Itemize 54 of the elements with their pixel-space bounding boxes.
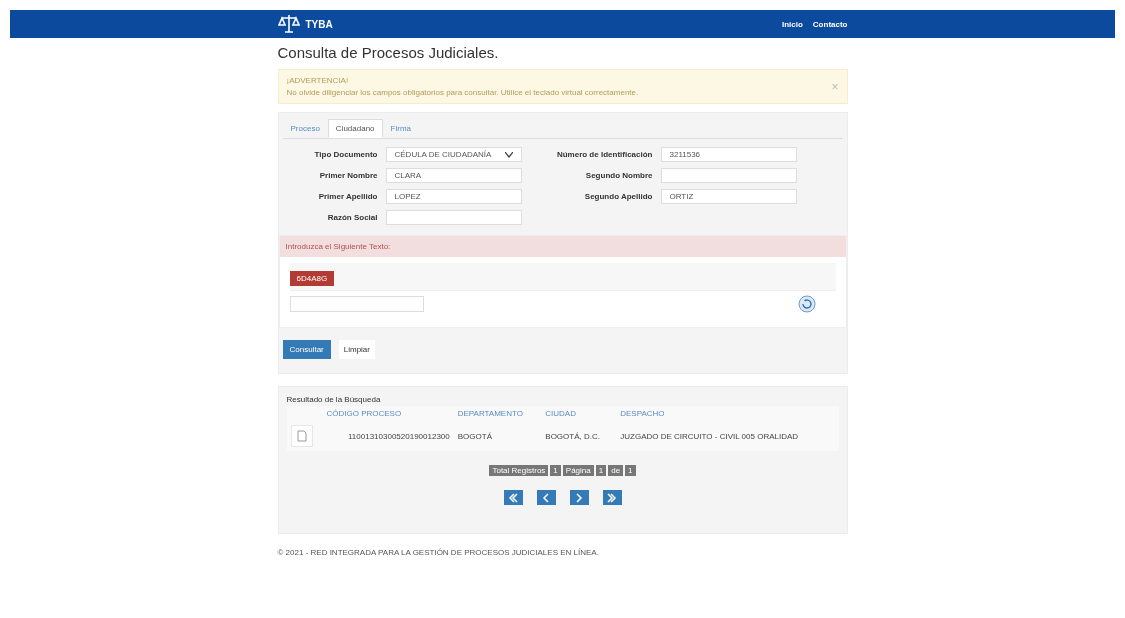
page-nav-button[interactable] [536, 490, 556, 505]
caret-icon [504, 151, 513, 158]
scales-icon [277, 13, 300, 35]
tab[interactable]: Proceso [282, 119, 328, 138]
input-field[interactable]: 3211536 [660, 147, 797, 162]
input-field[interactable] [660, 168, 797, 183]
results-title: Resultado de la Búsqueda [286, 395, 382, 404]
pager-label: Página [562, 465, 594, 476]
alert-message: No olvide diligenciar los campos obligatorios para consultar. Utilice el teclado virtual correctamente. [286, 88, 639, 97]
pager-label: 1 [625, 465, 636, 476]
nav-link[interactable]: Contacto [812, 19, 848, 29]
column-header[interactable]: CÓDIGO PROCESO [322, 406, 454, 421]
input-field[interactable] [385, 210, 522, 225]
table-cell: BOGOTÁ, D.C. [541, 421, 617, 451]
alert-title: ¡ADVERTENCIA! [286, 76, 350, 85]
double-right-arrow-icon [605, 490, 619, 505]
consult-button[interactable]: Consultar [282, 340, 331, 359]
document-icon [295, 430, 308, 442]
field-label: Razón Social [326, 213, 378, 222]
field-label: Segundo Apellido [583, 192, 653, 201]
table-cell: JUZGADO DE CIRCUITO - CIVIL 005 ORALIDAD [616, 421, 839, 451]
pager-label: 1 [595, 465, 607, 476]
table-cell: BOGOTÁ [453, 421, 542, 451]
nav-link[interactable]: Inicio [781, 19, 803, 29]
double-left-arrow-icon [506, 490, 520, 505]
field-label: Tipo Documento [313, 150, 378, 159]
table-cell: 11001310300520190012300 [322, 421, 454, 451]
column-header[interactable]: DESPACHO [616, 406, 839, 421]
input-field[interactable]: CLARA [385, 168, 522, 183]
captcha-code: 6D4A8G [289, 271, 335, 286]
footer-text: © 2021 - RED INTEGRADA PARA LA GESTIÓN DE PROCESOS JUDICIALES EN LÍNEA. [277, 548, 600, 557]
pager-label: Total Registros [489, 465, 549, 476]
column-header[interactable]: CIUDAD [541, 406, 617, 421]
input-field[interactable]: ORTIZ [660, 189, 797, 204]
refresh-icon[interactable] [797, 295, 816, 313]
page-nav-button[interactable] [569, 490, 589, 505]
captcha-heading: Introduzca el Siguiente Texto: [279, 236, 846, 257]
field-label: Número de Identificación [555, 150, 653, 159]
tab[interactable]: Firma [382, 119, 419, 138]
clear-button[interactable]: Limpiar [338, 340, 375, 359]
page-nav-button[interactable] [602, 490, 622, 505]
document-type-select[interactable]: CÉDULA DE CIUDADANÍA [385, 147, 522, 162]
tab[interactable]: Ciudadano [327, 119, 383, 138]
captcha-field[interactable] [289, 296, 424, 312]
pager-label: 1 [550, 465, 561, 476]
column-header[interactable]: DEPARTAMENTO [453, 406, 542, 421]
page-nav-button[interactable] [503, 490, 523, 505]
field-label: Segundo Nombre [584, 171, 653, 180]
field-label: Primer Apellido [317, 192, 378, 201]
field-label: Primer Nombre [318, 171, 378, 180]
brand-name[interactable]: TYBA [305, 18, 333, 30]
input-field[interactable]: LOPEZ [385, 189, 522, 204]
pager-label: de [608, 465, 624, 476]
page-title: Consulta de Procesos Judiciales. [277, 44, 500, 61]
